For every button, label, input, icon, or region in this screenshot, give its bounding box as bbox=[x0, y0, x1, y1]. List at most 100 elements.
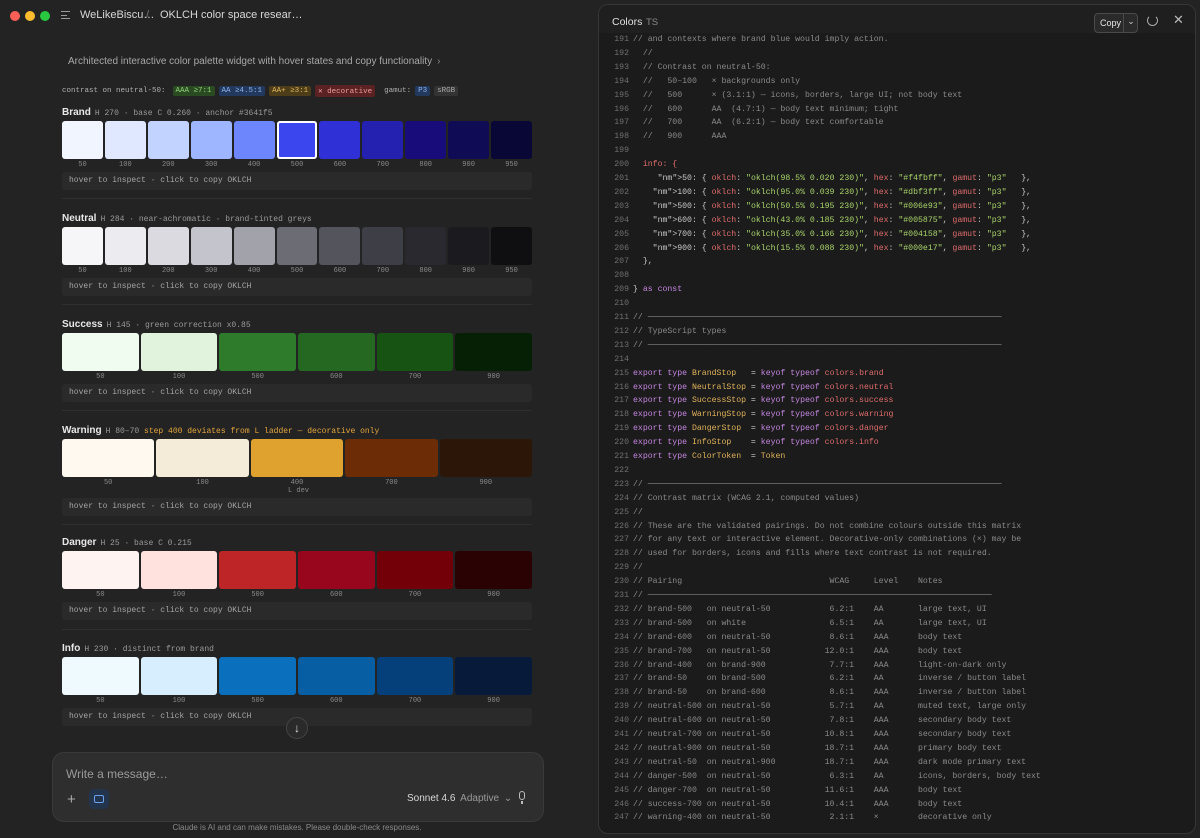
color-swatch-neutral-50[interactable] bbox=[62, 227, 103, 265]
palette-header-neutral: Neutral H 284 · near-achromatic · brand-t… bbox=[62, 213, 312, 224]
add-attachment-button[interactable]: + bbox=[67, 791, 76, 808]
color-swatch-success-600[interactable] bbox=[297, 333, 375, 371]
copy-options-chevron-icon[interactable]: ⌄ bbox=[1123, 14, 1138, 32]
color-swatch-neutral-600[interactable] bbox=[319, 227, 361, 265]
color-swatch-warning-400[interactable] bbox=[250, 439, 344, 477]
refresh-icon[interactable] bbox=[1147, 15, 1158, 26]
line-number: 195 bbox=[614, 90, 629, 100]
swatch-row-danger bbox=[62, 551, 532, 589]
color-swatch-success-700[interactable] bbox=[376, 333, 454, 371]
copy-button[interactable]: Copy ⌄ bbox=[1094, 13, 1138, 33]
code-line: export type NeutralStop = keyof typeof c… bbox=[633, 382, 894, 392]
message-input[interactable]: Write a message… bbox=[66, 767, 168, 781]
color-swatch-neutral-700[interactable] bbox=[362, 227, 404, 265]
color-swatch-warning-100[interactable] bbox=[156, 439, 249, 477]
stop-label: 600 bbox=[333, 267, 347, 275]
stop-label: 700 bbox=[408, 591, 422, 599]
color-swatch-danger-50[interactable] bbox=[62, 551, 139, 589]
color-swatch-warning-900[interactable] bbox=[439, 439, 532, 477]
color-swatch-warning-700[interactable] bbox=[345, 439, 438, 477]
color-swatch-brand-50[interactable] bbox=[62, 121, 103, 159]
color-swatch-info-500[interactable] bbox=[219, 657, 296, 695]
project-breadcrumb[interactable]: WeLikeBiscu… bbox=[80, 9, 154, 21]
color-swatch-brand-700[interactable] bbox=[362, 121, 404, 159]
line-number: 247 bbox=[614, 813, 629, 823]
stop-label: 500 bbox=[251, 697, 264, 705]
color-swatch-success-100[interactable] bbox=[140, 333, 218, 371]
badge-aa-plus: AA+ ≥3:1 bbox=[269, 86, 312, 96]
color-swatch-success-900[interactable] bbox=[455, 333, 532, 371]
code-line: // neutral-600 on neutral-50 7.8:1 AAA s… bbox=[633, 716, 1012, 726]
color-swatch-brand-400[interactable] bbox=[233, 121, 275, 159]
model-selector[interactable]: Sonnet 4.6 Adaptive ⌄ bbox=[407, 793, 512, 804]
color-swatch-success-500[interactable] bbox=[219, 333, 296, 371]
code-view[interactable]: 191 // and contexts where brand blue woul… bbox=[599, 33, 1195, 833]
color-swatch-danger-100[interactable] bbox=[140, 551, 218, 589]
color-swatch-brand-500[interactable] bbox=[276, 121, 318, 159]
code-line: // used for borders, icons and fills whe… bbox=[633, 549, 992, 559]
color-swatch-brand-800[interactable] bbox=[405, 121, 447, 159]
color-swatch-neutral-300[interactable] bbox=[190, 227, 232, 265]
color-swatch-danger-600[interactable] bbox=[297, 551, 375, 589]
color-swatch-danger-500[interactable] bbox=[219, 551, 296, 589]
color-swatch-neutral-100[interactable] bbox=[104, 227, 146, 265]
stop-label: 100 bbox=[119, 161, 132, 169]
color-swatch-neutral-900[interactable] bbox=[448, 227, 490, 265]
close-icon[interactable]: ✕ bbox=[1173, 12, 1184, 28]
close-window-button[interactable] bbox=[10, 11, 20, 21]
code-line: // danger-700 on neutral-50 11.6:1 AAA b… bbox=[633, 785, 963, 795]
color-swatch-info-900[interactable] bbox=[455, 657, 532, 695]
code-line: // danger-500 on neutral-50 6.3:1 AA ico… bbox=[633, 771, 1041, 781]
stop-label: 100 bbox=[196, 479, 209, 487]
stop-label: 50 bbox=[96, 373, 105, 381]
stop-label: 50 bbox=[78, 267, 87, 275]
line-number: 206 bbox=[614, 243, 629, 253]
code-line: // 900 AAA bbox=[633, 132, 727, 142]
color-swatch-warning-50[interactable] bbox=[62, 439, 155, 477]
tools-button[interactable] bbox=[89, 789, 109, 809]
contrast-legend: contrast on neutral-50: AAA ≥7:1 AA ≥4.5… bbox=[62, 85, 459, 97]
sidebar-toggle-icon[interactable] bbox=[61, 11, 70, 19]
color-swatch-brand-950[interactable] bbox=[491, 121, 532, 159]
stop-label: 700 bbox=[376, 267, 390, 275]
color-swatch-brand-200[interactable] bbox=[147, 121, 189, 159]
code-line: "nm">600: { oklch: "oklch(43.0% 0.185 23… bbox=[652, 215, 1032, 225]
line-number: 228 bbox=[614, 549, 629, 559]
line-number: 194 bbox=[614, 76, 629, 86]
color-swatch-info-700[interactable] bbox=[376, 657, 454, 695]
color-swatch-info-600[interactable] bbox=[297, 657, 375, 695]
chat-title[interactable]: OKLCH color space resear… bbox=[160, 9, 302, 21]
line-number: 236 bbox=[614, 660, 629, 670]
color-swatch-brand-100[interactable] bbox=[104, 121, 146, 159]
color-swatch-neutral-400[interactable] bbox=[233, 227, 275, 265]
minimize-window-button[interactable] bbox=[25, 11, 35, 21]
zoom-window-button[interactable] bbox=[40, 11, 50, 21]
color-swatch-danger-900[interactable] bbox=[455, 551, 532, 589]
line-number: 203 bbox=[614, 201, 629, 211]
code-line: // brand-500 on white 6.5:1 AA large tex… bbox=[633, 618, 987, 628]
scroll-to-bottom-button[interactable]: ↓ bbox=[286, 717, 308, 739]
color-swatch-danger-700[interactable] bbox=[376, 551, 454, 589]
color-swatch-neutral-500[interactable] bbox=[276, 227, 318, 265]
color-swatch-neutral-950[interactable] bbox=[491, 227, 532, 265]
color-swatch-info-100[interactable] bbox=[140, 657, 218, 695]
line-number: 245 bbox=[614, 785, 629, 795]
color-swatch-brand-900[interactable] bbox=[448, 121, 490, 159]
line-number: 233 bbox=[614, 618, 629, 628]
model-name: Sonnet 4.6 bbox=[407, 793, 456, 804]
color-swatch-success-50[interactable] bbox=[62, 333, 139, 371]
code-line: // 600 AA (4.7:1) — body text minimum; t… bbox=[633, 104, 899, 114]
line-number: 212 bbox=[614, 326, 629, 336]
line-number: 241 bbox=[614, 730, 629, 739]
color-swatch-neutral-200[interactable] bbox=[147, 227, 189, 265]
stop-label: 900 bbox=[462, 267, 475, 275]
color-swatch-brand-300[interactable] bbox=[190, 121, 232, 159]
color-swatch-info-50[interactable] bbox=[62, 657, 139, 695]
voice-input-button[interactable] bbox=[517, 791, 527, 805]
swatch-row-neutral bbox=[62, 227, 532, 265]
line-number: 235 bbox=[614, 646, 629, 656]
line-number: 232 bbox=[614, 604, 629, 614]
color-swatch-brand-600[interactable] bbox=[319, 121, 361, 159]
color-swatch-neutral-800[interactable] bbox=[405, 227, 447, 265]
thinking-summary[interactable]: Architected interactive color palette wi… bbox=[68, 56, 440, 67]
